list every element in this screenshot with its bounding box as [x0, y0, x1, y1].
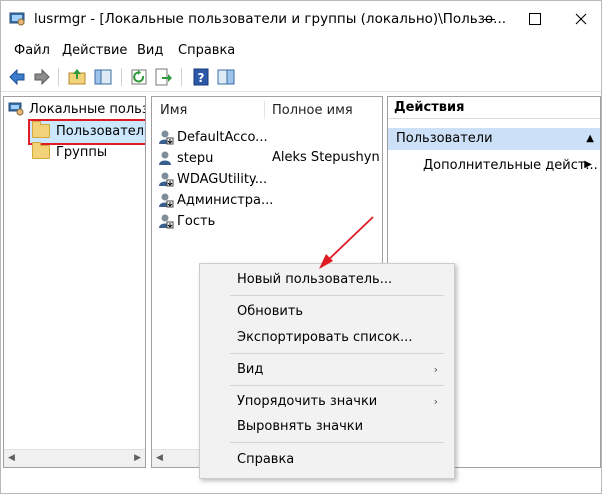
- computer-users-icon: [8, 102, 24, 116]
- user-icon: [159, 193, 174, 208]
- title-bar: lusrmgr - [Локальные пользователи и груп…: [1, 1, 601, 39]
- ctx-help[interactable]: Справка: [237, 452, 294, 467]
- column-divider: [264, 101, 265, 119]
- minimize-icon: [483, 18, 495, 20]
- menu-separator: [230, 385, 444, 386]
- ctx-view[interactable]: Вид: [237, 362, 263, 377]
- actions-header: Действия: [388, 97, 600, 119]
- tree-item-label: Группы: [56, 144, 108, 160]
- user-name: Гость: [177, 213, 216, 229]
- tree-item-users[interactable]: Пользователи: [32, 121, 146, 141]
- context-menu: Новый пользователь... Обновить Экспортир…: [199, 263, 455, 479]
- actions-section-label: Пользователи: [396, 131, 493, 146]
- properties-pane-icon[interactable]: [216, 67, 236, 87]
- ctx-arrange-icons[interactable]: Упорядочить значки: [237, 394, 377, 409]
- mmc-window: lusrmgr - [Локальные пользователи и груп…: [0, 0, 602, 494]
- scroll-left-icon[interactable]: ◀: [8, 453, 15, 463]
- list-item[interactable]: Гость: [158, 211, 215, 231]
- help-icon[interactable]: ?: [191, 67, 211, 87]
- menu-help[interactable]: Справка: [178, 43, 235, 58]
- tree-item-groups[interactable]: Группы: [32, 142, 107, 162]
- user-name: stepu: [177, 150, 214, 166]
- users-app-icon: [9, 12, 25, 26]
- user-icon: [159, 214, 174, 229]
- menu-bar: Файл Действие Вид Справка: [1, 39, 601, 63]
- actions-section-users[interactable]: Пользователи ▲: [388, 128, 600, 150]
- folder-icon: [32, 121, 50, 138]
- svg-text:?: ?: [198, 71, 205, 85]
- tree-pane: Локальные пользо Пользователи Группы ◀ ▶: [3, 96, 146, 468]
- submenu-chevron-icon: ›: [433, 363, 438, 376]
- menu-action[interactable]: Действие: [62, 43, 127, 58]
- list-item[interactable]: stepu: [158, 148, 213, 168]
- scroll-left-icon[interactable]: ◀: [156, 453, 163, 463]
- export-list-icon[interactable]: [153, 67, 173, 87]
- user-icon: [159, 151, 171, 165]
- maximize-icon: [529, 13, 541, 25]
- ctx-export-list[interactable]: Экспортировать список...: [237, 330, 412, 345]
- close-button[interactable]: [558, 1, 602, 37]
- folder-icon: [32, 142, 50, 159]
- submenu-chevron-icon: ›: [433, 395, 438, 408]
- menu-separator: [230, 295, 444, 296]
- horizontal-scrollbar[interactable]: ◀ ▶: [4, 449, 145, 467]
- list-item[interactable]: Администра...: [158, 190, 273, 210]
- column-header-name[interactable]: Имя: [160, 103, 187, 118]
- window-title: lusrmgr - [Локальные пользователи и груп…: [34, 11, 507, 27]
- actions-more-item[interactable]: Дополнительные дейст...: [423, 158, 598, 173]
- back-arrow-icon[interactable]: [7, 67, 27, 87]
- menu-view[interactable]: Вид: [137, 43, 163, 58]
- toolbar-separator: [181, 68, 182, 86]
- user-name: Администра...: [177, 192, 274, 208]
- minimize-button[interactable]: [466, 1, 512, 37]
- user-full-name: Aleks Stepushyn: [272, 150, 380, 165]
- tree-item-label: Пользователи: [56, 123, 146, 139]
- collapse-up-icon[interactable]: ▲: [586, 128, 594, 150]
- scroll-right-icon[interactable]: ▶: [134, 453, 141, 463]
- user-icon: [159, 172, 174, 187]
- toolbar-separator: [121, 68, 122, 86]
- annotation-arrow-icon: [319, 216, 374, 269]
- toolbar: ?: [1, 63, 601, 92]
- menu-file[interactable]: Файл: [14, 43, 50, 58]
- actions-more-label: Дополнительные дейст...: [423, 158, 598, 173]
- maximize-button[interactable]: [512, 1, 558, 37]
- tree-root[interactable]: Локальные пользо: [8, 99, 146, 119]
- toolbar-separator: [58, 68, 59, 86]
- forward-arrow-icon[interactable]: [32, 67, 52, 87]
- user-name: WDAGUtility...: [177, 171, 268, 187]
- submenu-arrow-icon: ▶: [584, 159, 592, 170]
- column-header-full-name[interactable]: Полное имя: [272, 103, 353, 118]
- user-icon: [159, 130, 174, 145]
- ctx-refresh[interactable]: Обновить: [237, 304, 303, 319]
- up-folder-icon[interactable]: [67, 67, 87, 87]
- menu-separator: [230, 353, 444, 354]
- tree-root-label: Локальные пользо: [29, 101, 146, 117]
- list-item[interactable]: WDAGUtility...: [158, 169, 267, 189]
- list-item[interactable]: DefaultAcco...: [158, 127, 268, 147]
- menu-separator: [230, 442, 444, 443]
- user-name: DefaultAcco...: [177, 129, 268, 145]
- refresh-icon[interactable]: [129, 67, 149, 87]
- close-icon: [575, 13, 587, 25]
- show-hide-tree-icon[interactable]: [93, 67, 113, 87]
- ctx-line-up-icons[interactable]: Выровнять значки: [237, 419, 363, 434]
